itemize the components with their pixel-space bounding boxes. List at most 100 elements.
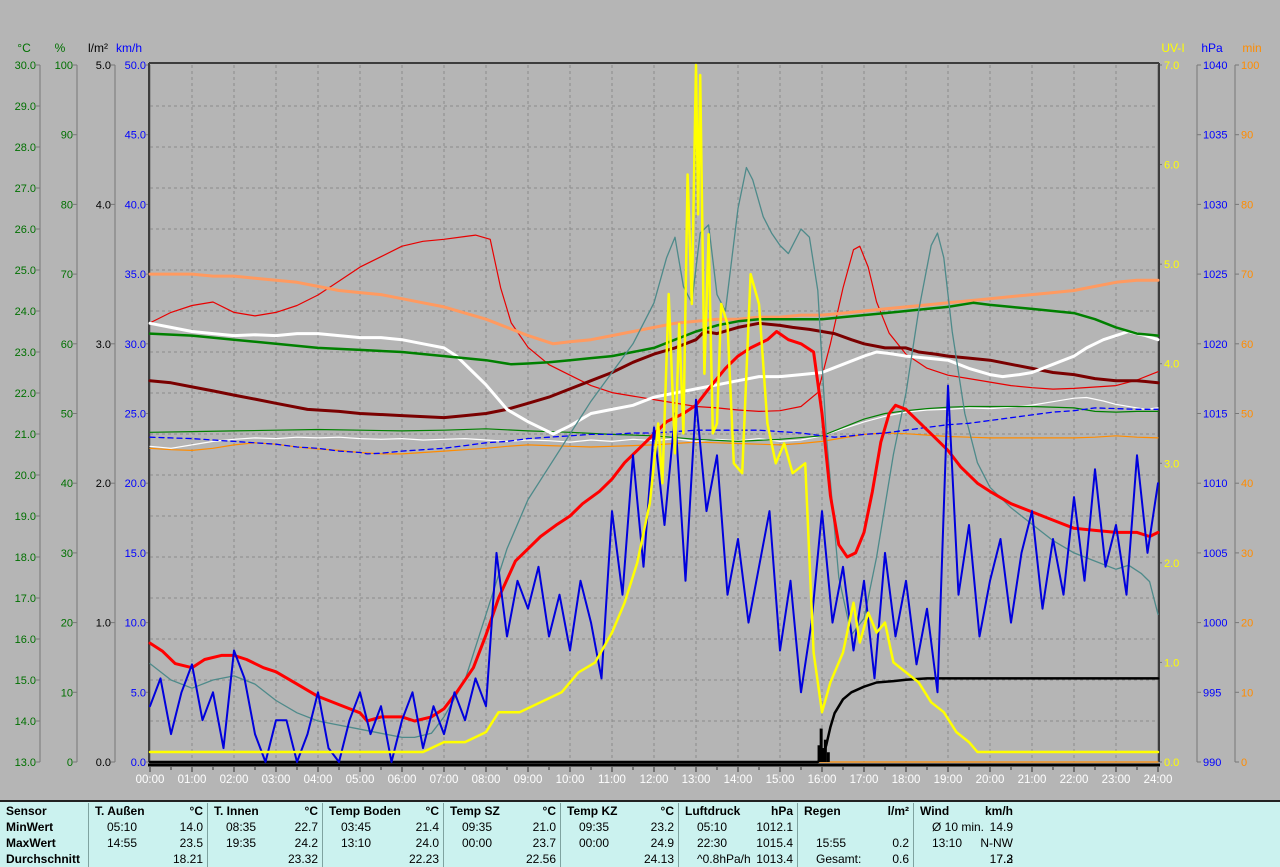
stat-time [450, 851, 462, 867]
stat-value: 23.2 [651, 819, 674, 835]
svg-text:%: % [55, 41, 66, 55]
column-name: Temp SZ [450, 803, 500, 819]
stat-time: Gesamt: [804, 851, 861, 867]
svg-text:1035: 1035 [1203, 130, 1227, 142]
svg-text:17.0: 17.0 [15, 593, 36, 605]
stat-cell-regen: Gesamt: 0.6 [797, 851, 913, 867]
svg-text:27.0: 27.0 [15, 183, 36, 195]
stat-cell-regen: Regenl/m² [797, 803, 913, 819]
svg-text:10: 10 [1241, 687, 1253, 699]
stat-value: 1015.4 [756, 835, 793, 851]
stat-cell-temp-boden: 03:4521.4 [322, 819, 443, 835]
svg-text:18.0: 18.0 [15, 552, 36, 564]
stat-cell-t-au-en: 18.21 [88, 851, 207, 867]
column-name: Temp Boden [329, 803, 401, 819]
column-name: Regen [804, 803, 841, 819]
svg-text:30.0: 30.0 [125, 339, 146, 351]
svg-text:0: 0 [67, 757, 73, 769]
svg-text:15:00: 15:00 [766, 774, 795, 786]
stat-time: 13:10 [329, 835, 371, 851]
stat-filler [1017, 819, 1280, 835]
stat-value: 24.0 [416, 835, 439, 851]
svg-text:15.0: 15.0 [125, 548, 146, 560]
stat-row-label: Durchschnitt [0, 851, 88, 867]
svg-text:08:00: 08:00 [472, 774, 501, 786]
svg-text:1025: 1025 [1203, 269, 1227, 281]
svg-text:30: 30 [1241, 548, 1253, 560]
stat-value: 21.0 [533, 819, 556, 835]
stat-time: 00:00 [450, 835, 492, 851]
stat-time: 09:35 [567, 819, 609, 835]
stat-row-label: MinWert [0, 819, 88, 835]
column-unit: °C [426, 803, 439, 819]
svg-text:17:00: 17:00 [850, 774, 879, 786]
svg-text:60: 60 [1241, 339, 1253, 351]
stat-value: 23.7 [533, 835, 556, 851]
svg-text:19.0: 19.0 [15, 511, 36, 523]
stat-cell-temp-kz: 00:0024.9 [560, 835, 678, 851]
svg-text:05:00: 05:00 [346, 774, 375, 786]
stat-value: 1012.1 [756, 819, 793, 835]
stat-time [214, 851, 226, 867]
svg-text:0.0: 0.0 [131, 757, 146, 769]
stat-value: 21.4 [416, 819, 439, 835]
stat-cell-wind: Ø 10 min.14.9 [913, 819, 1017, 835]
column-unit: °C [543, 803, 556, 819]
svg-text:1.0: 1.0 [1164, 657, 1179, 669]
stat-cell-t-au-en: 05:10 14.0 [88, 819, 207, 835]
svg-text:16:00: 16:00 [808, 774, 837, 786]
svg-text:12:00: 12:00 [640, 774, 669, 786]
stat-cell-temp-sz: 22.56 [443, 851, 560, 867]
stat-time: 22:30 [685, 835, 727, 851]
stat-time: 05:10 [685, 819, 727, 835]
column-name: Wind [920, 803, 949, 819]
stat-time: 19:35 [214, 835, 256, 851]
svg-text:23.0: 23.0 [15, 347, 36, 359]
chart-svg: °C30.029.028.027.026.025.024.023.022.021… [0, 0, 1280, 800]
stat-cell-t-au-en: T. Außen°C [88, 803, 207, 819]
svg-text:30.0: 30.0 [15, 60, 36, 72]
column-name: T. Innen [214, 803, 259, 819]
svg-text:50: 50 [61, 409, 73, 421]
stat-row-label: MaxWert [0, 835, 88, 851]
stat-cell-luftdruck: 05:10 1012.1 [678, 819, 797, 835]
stat-cell-wind: 13:10N-NW 17.2 [913, 835, 1017, 851]
svg-text:3.0: 3.0 [1164, 458, 1179, 470]
svg-text:4.0: 4.0 [96, 199, 111, 211]
stat-time: ^0.8hPa/h [685, 851, 751, 867]
stat-value: 0.6 [892, 851, 909, 867]
svg-text:5.0: 5.0 [1164, 259, 1179, 271]
stat-time: 00:00 [567, 835, 609, 851]
svg-text:50: 50 [1241, 409, 1253, 421]
svg-text:14.0: 14.0 [15, 716, 36, 728]
svg-text:00:00: 00:00 [136, 774, 165, 786]
svg-text:1030: 1030 [1203, 199, 1227, 211]
svg-text:1010: 1010 [1203, 478, 1227, 490]
svg-text:15.0: 15.0 [15, 675, 36, 687]
stat-cell-luftdruck: ^0.8hPa/h1013.4 [678, 851, 797, 867]
svg-text:16.0: 16.0 [15, 634, 36, 646]
svg-text:7.0: 7.0 [1164, 60, 1179, 72]
svg-text:25.0: 25.0 [125, 409, 146, 421]
stat-cell-temp-kz: 24.13 [560, 851, 678, 867]
stat-time: Ø 10 min. [920, 819, 984, 835]
svg-text:28.0: 28.0 [15, 142, 36, 154]
svg-text:22:00: 22:00 [1060, 774, 1089, 786]
stat-time: 05:10 [95, 819, 137, 835]
svg-text:1015: 1015 [1203, 409, 1227, 421]
stat-filler [1017, 851, 1280, 867]
stat-cell-wind: 7.3 [913, 851, 1017, 867]
svg-text:70: 70 [61, 269, 73, 281]
stat-time: 09:35 [450, 819, 492, 835]
stat-cell-temp-kz: Temp KZ°C [560, 803, 678, 819]
svg-text:21.0: 21.0 [15, 429, 36, 441]
svg-text:40.0: 40.0 [125, 199, 146, 211]
weather-day-chart: Dienstag, 27.07.2010 Jarz Erich T. Innen… [0, 0, 1280, 867]
stat-value: 14.0 [180, 819, 203, 835]
svg-text:80: 80 [61, 199, 73, 211]
svg-text:24.0: 24.0 [15, 306, 36, 318]
svg-text:11:00: 11:00 [598, 774, 626, 786]
svg-text:UV-I: UV-I [1161, 41, 1184, 55]
stat-cell-t-au-en: 14:5523.5 [88, 835, 207, 851]
stat-time [567, 851, 579, 867]
